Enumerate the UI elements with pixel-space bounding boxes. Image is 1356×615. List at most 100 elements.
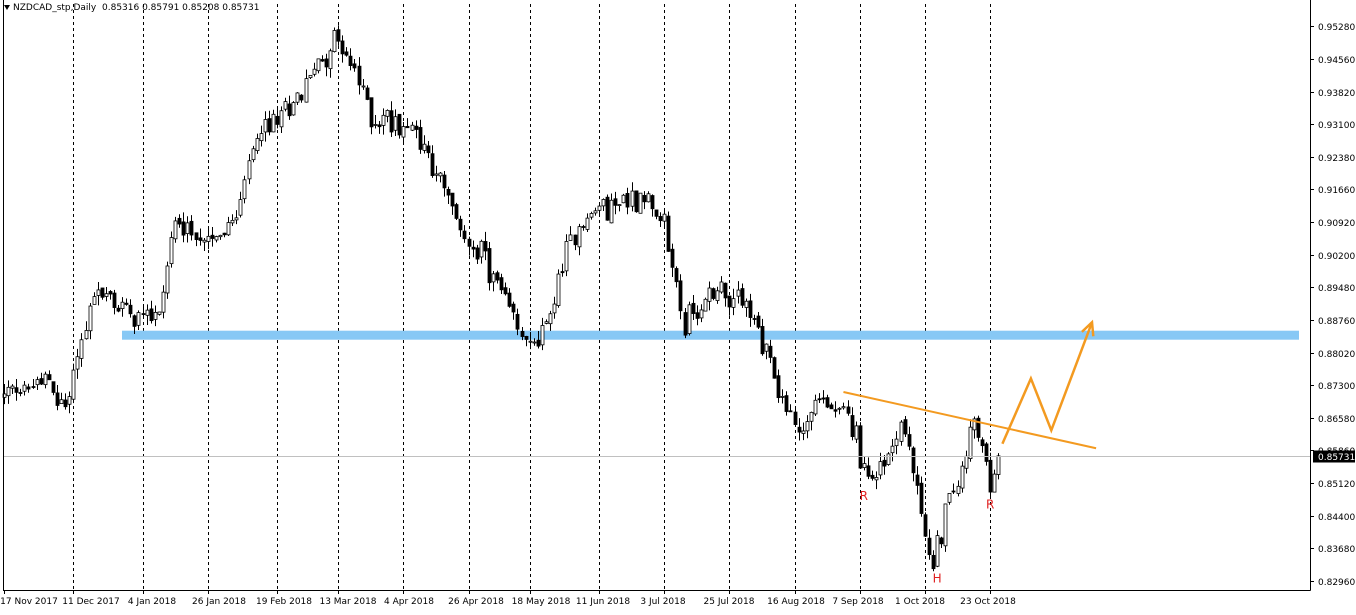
candle-body-bull [662, 213, 667, 222]
candle-body-bull [862, 463, 867, 468]
candle-body-bear [752, 318, 757, 320]
candle-body-bull [801, 430, 806, 434]
candle-body-bear [352, 63, 357, 69]
candle-body-bull [609, 199, 614, 224]
candle-body-bull [263, 119, 268, 133]
pattern-label: H [933, 571, 942, 585]
pattern-label: R [986, 498, 994, 512]
candle-body-bear [340, 40, 345, 55]
candle-body-bear [348, 55, 353, 66]
resistance-zone-layer [122, 330, 1299, 340]
candle-body-bear [275, 115, 280, 125]
x-tick-label: 17 Nov 2017 [0, 597, 58, 607]
candle-body-bull [312, 68, 317, 75]
candle [454, 202, 459, 220]
candle-body-bear [324, 58, 329, 68]
candle-body-bull [491, 273, 496, 283]
candle-body-bear [536, 339, 541, 347]
candle [634, 190, 639, 213]
candle-body-bear [760, 326, 765, 355]
candle-body-bear [499, 277, 504, 291]
candle-body-bull [22, 384, 27, 392]
candle [943, 503, 948, 552]
candle-body-bull [646, 193, 651, 203]
candle-body-bear [454, 204, 459, 219]
candle-body-bull [890, 445, 895, 454]
chart: R H R 0.95280 0.94560 0.93820 0.93100 0.92380 0… [0, 0, 1356, 611]
x-tick-label: 16 Aug 2018 [767, 597, 825, 607]
candle-body-bull [544, 321, 549, 324]
x-tick-label: 19 Feb 2018 [256, 597, 312, 607]
candle-body-bull [92, 296, 97, 305]
candle-body-bull [809, 411, 814, 422]
candle-body-bull [247, 160, 252, 180]
candle-body-bull [630, 190, 635, 207]
x-tick-label: 11 Jun 2018 [576, 597, 630, 607]
x-tick-label: 1 Oct 2018 [895, 597, 945, 607]
candle-body-bear [365, 87, 370, 100]
candle-body-bull [479, 240, 484, 258]
candle-body-bear [344, 51, 349, 56]
candle-body-bull [719, 281, 724, 293]
candle-body-bull [206, 235, 211, 242]
candle-body-bull [597, 205, 602, 211]
candle-body-bull [43, 373, 48, 386]
candle-body-bear [666, 215, 671, 252]
candle-body-bull [153, 312, 158, 320]
candle-body-bear [678, 280, 683, 312]
candle-body-bear [923, 514, 928, 537]
y-tick-label: 0.95280 [1318, 23, 1355, 33]
y-tick-label: 0.92380 [1318, 154, 1355, 164]
candle-body-bull [564, 241, 569, 272]
candle-body-bear [458, 218, 463, 231]
candle-body-bear [389, 110, 394, 133]
y-tick-label: 0.94560 [1318, 56, 1355, 66]
x-tick-label: 11 Dec 2017 [62, 597, 120, 607]
candle-body-bull [438, 172, 443, 177]
candle-body-bear [189, 220, 194, 236]
candle-body-bull [6, 386, 11, 397]
candle-body-bull [75, 356, 80, 370]
candle-body-bear [63, 399, 68, 408]
candle-body-bear [850, 415, 855, 437]
candle-body-bear [100, 287, 105, 298]
symbol-label: NZDCAD_stp,Daily [13, 3, 97, 13]
candle-body-bull [242, 179, 247, 200]
candle-body-bear [776, 375, 781, 399]
candle-body-bear [430, 153, 435, 176]
candle [711, 287, 716, 301]
candle-body-bull [899, 421, 904, 442]
candle-body-bull [165, 265, 170, 294]
candle-body-bear [939, 537, 944, 545]
x-tick-label: 23 Oct 2018 [960, 597, 1016, 607]
candle-body-bear [495, 272, 500, 281]
candle-body-bull [593, 210, 598, 214]
candle-body-bull [556, 273, 561, 306]
y-tick-label: 0.83680 [1318, 545, 1355, 555]
candle-body-bear [446, 188, 451, 196]
x-tick-label: 26 Apr 2018 [448, 597, 504, 607]
candle-body-bull [731, 298, 736, 308]
candle-body-bull [385, 109, 390, 117]
candle-body-bear [788, 410, 793, 413]
x-tick-label: 18 May 2018 [512, 597, 571, 607]
y-tick-label: 0.93100 [1318, 121, 1355, 131]
candle-body-bull [532, 341, 537, 344]
current-price-label: 0.85731 [1313, 450, 1355, 463]
candle-body-bull [434, 173, 439, 176]
candle-body-bull [202, 239, 207, 243]
x-tick-label: 3 Jul 2018 [640, 597, 685, 607]
candle-body-bear [581, 226, 586, 228]
candle-body-bull [79, 339, 84, 359]
candle-body-bear [299, 94, 304, 101]
candle-body-bull [283, 101, 288, 110]
candle-body-bull [968, 426, 973, 459]
candle-body-bear [418, 127, 423, 150]
candle-body-bear [903, 419, 908, 435]
candle-body-bear [768, 345, 773, 358]
candle-body-bear [927, 537, 932, 556]
candle [397, 113, 402, 139]
dropdown-triangle-icon[interactable] [4, 5, 10, 10]
candle-body-bull [214, 236, 219, 241]
y-tick-label: 0.93820 [1318, 89, 1355, 99]
